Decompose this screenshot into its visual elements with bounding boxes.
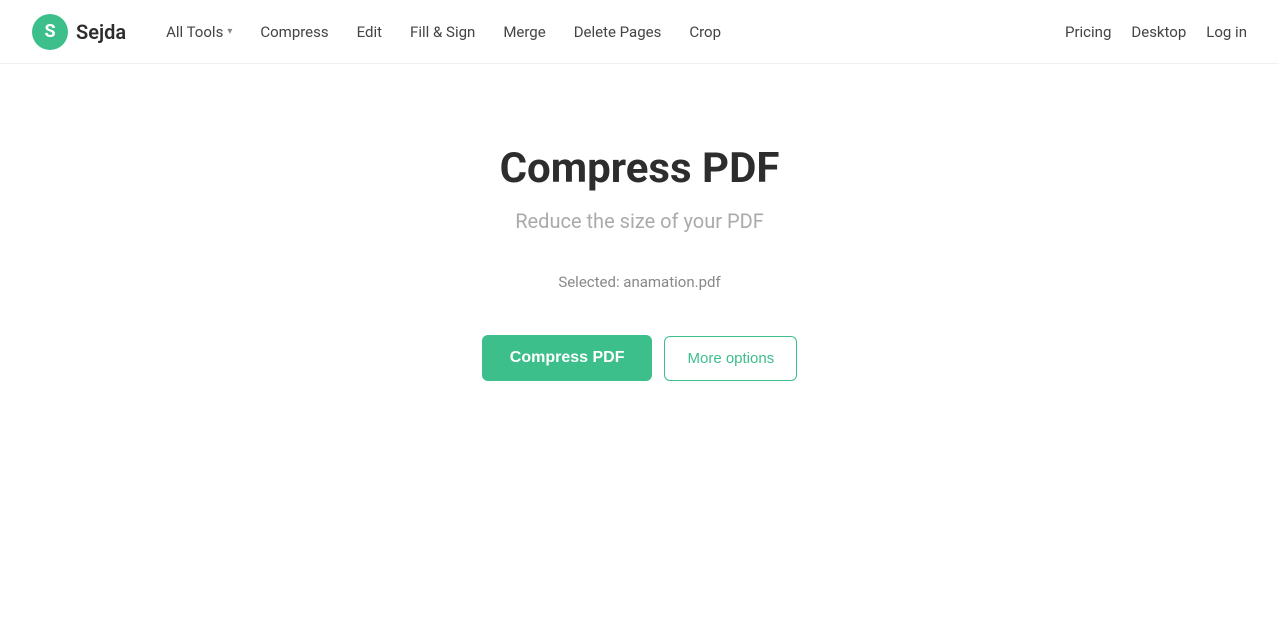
header-left: S Sejda All Tools ▾ Compress Edit Fill &… bbox=[32, 14, 733, 50]
logo-icon: S bbox=[32, 14, 68, 50]
more-options-button[interactable]: More options bbox=[664, 336, 797, 381]
compress-pdf-button[interactable]: Compress PDF bbox=[482, 335, 653, 381]
main-nav: All Tools ▾ Compress Edit Fill & Sign Me… bbox=[154, 17, 733, 47]
pricing-link[interactable]: Pricing bbox=[1065, 23, 1111, 41]
chevron-down-icon: ▾ bbox=[227, 26, 232, 37]
page-title: Compress PDF bbox=[500, 144, 780, 193]
logo[interactable]: S Sejda bbox=[32, 14, 126, 50]
header: S Sejda All Tools ▾ Compress Edit Fill &… bbox=[0, 0, 1279, 64]
page-subtitle: Reduce the size of your PDF bbox=[515, 209, 764, 233]
login-link[interactable]: Log in bbox=[1206, 23, 1247, 41]
header-right: Pricing Desktop Log in bbox=[1065, 23, 1247, 41]
nav-item-edit[interactable]: Edit bbox=[345, 17, 394, 47]
nav-item-all-tools[interactable]: All Tools ▾ bbox=[154, 17, 244, 47]
desktop-link[interactable]: Desktop bbox=[1131, 23, 1186, 41]
nav-item-fill-sign[interactable]: Fill & Sign bbox=[398, 17, 487, 47]
logo-text: Sejda bbox=[76, 20, 126, 44]
nav-item-delete-pages[interactable]: Delete Pages bbox=[562, 17, 674, 47]
action-buttons: Compress PDF More options bbox=[482, 335, 797, 381]
main-content: Compress PDF Reduce the size of your PDF… bbox=[0, 64, 1279, 381]
selected-file-label: Selected: anamation.pdf bbox=[558, 273, 720, 291]
nav-item-crop[interactable]: Crop bbox=[677, 17, 733, 47]
nav-item-compress[interactable]: Compress bbox=[248, 17, 340, 47]
nav-item-merge[interactable]: Merge bbox=[491, 17, 557, 47]
